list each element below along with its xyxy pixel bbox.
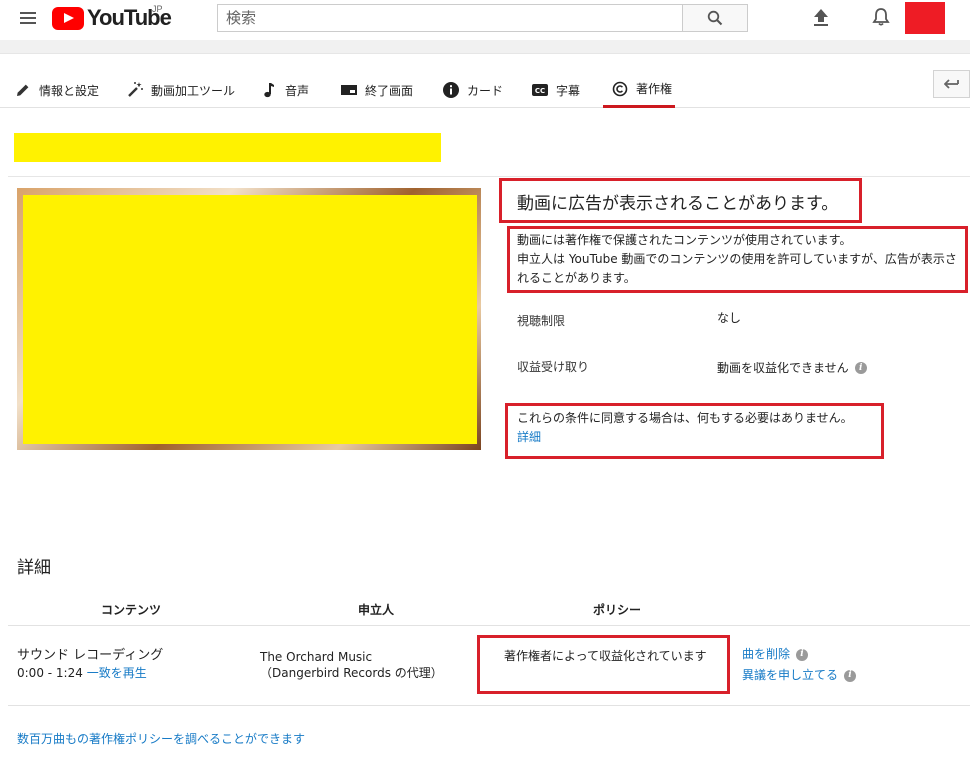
copyright-policy-link[interactable]: 数百万曲もの著作権ポリシーを調べることができます xyxy=(17,730,305,747)
info-card-icon xyxy=(442,81,460,99)
magic-wand-icon xyxy=(126,81,144,99)
header-divider xyxy=(0,40,970,54)
svg-text:CC: CC xyxy=(535,87,545,95)
back-arrow-icon xyxy=(943,79,959,89)
tab-label: 字幕 xyxy=(556,83,581,98)
hamburger-menu-icon[interactable] xyxy=(20,12,36,24)
dispute-link[interactable]: 異議を申し立てる xyxy=(742,667,838,684)
tab-label: カード xyxy=(467,83,504,98)
column-header-content: コンテンツ xyxy=(101,603,162,617)
video-thumbnail[interactable] xyxy=(17,188,481,450)
claimant-name: The Orchard Music xyxy=(260,650,373,664)
search-icon xyxy=(707,10,723,26)
video-title-redacted xyxy=(14,133,441,162)
claimant-sub: （Dangerbird Records の代理） xyxy=(260,666,443,680)
notifications-bell-icon[interactable] xyxy=(870,6,892,28)
claim-headline: 動画に広告が表示されることがあります。 xyxy=(517,194,839,214)
search-button[interactable] xyxy=(682,4,748,32)
tab-label: 動画加工ツール xyxy=(151,83,236,98)
table-header-divider xyxy=(8,625,970,626)
restriction-label: 視聴制限 xyxy=(517,314,566,328)
back-button[interactable] xyxy=(933,70,970,98)
tab-end-screen[interactable]: 終了画面 xyxy=(340,72,413,108)
info-icon[interactable]: i xyxy=(844,669,857,682)
content-time: 0:00 - 1:24 一致を再生 xyxy=(17,665,147,682)
editor-tabs: 情報と設定 動画加工ツール 音声 終了画面 カード CC 字幕 著作権 xyxy=(0,62,970,108)
search-bar xyxy=(217,4,748,32)
tab-cards[interactable]: カード xyxy=(442,72,503,108)
pencil-icon xyxy=(14,81,32,99)
tab-label: 音声 xyxy=(285,83,310,98)
learn-more-link[interactable]: 詳細 xyxy=(517,428,853,447)
content-type: サウンド レコーディング xyxy=(17,648,164,663)
masthead: YouTube JP xyxy=(0,0,970,40)
restriction-value: なし xyxy=(717,311,742,325)
claim-description: 動画には著作権で保護されたコンテンツが使用されています。 申立人は YouTub… xyxy=(517,231,966,288)
music-note-icon xyxy=(260,81,278,99)
account-avatar[interactable] xyxy=(905,2,945,34)
tab-label: 著作権 xyxy=(636,82,673,96)
details-heading: 詳細 xyxy=(17,558,51,578)
desc-line-2: 申立人は YouTube 動画でのコンテンツの使用を許可していますが、広告が表示… xyxy=(517,252,957,285)
logo-region: JP xyxy=(152,4,163,14)
youtube-play-icon xyxy=(52,6,84,30)
tab-subtitles[interactable]: CC 字幕 xyxy=(531,72,580,108)
table-row-divider xyxy=(8,705,970,706)
remove-song-link[interactable]: 曲を削除 xyxy=(742,646,790,663)
tab-label: 終了画面 xyxy=(365,83,414,98)
monetization-value: 動画を収益化できません i xyxy=(717,359,867,376)
column-header-claimant: 申立人 xyxy=(358,603,395,617)
cc-icon: CC xyxy=(531,81,549,99)
upload-icon[interactable] xyxy=(810,6,832,28)
section-divider xyxy=(8,176,970,177)
agree-text: これらの条件に同意する場合は、何もする必要はありません。 xyxy=(517,411,853,425)
agree-message: これらの条件に同意する場合は、何もする必要はありません。 詳細 xyxy=(517,409,853,447)
play-match-link[interactable]: 一致を再生 xyxy=(87,666,147,680)
desc-line-1: 動画には著作権で保護されたコンテンツが使用されています。 xyxy=(517,233,852,247)
monetization-label: 収益受け取り xyxy=(517,360,590,374)
remove-song-action: 曲を削除 i xyxy=(742,646,809,663)
info-icon[interactable]: i xyxy=(854,361,867,374)
copyright-icon xyxy=(611,80,629,98)
search-input[interactable] xyxy=(217,4,682,32)
dispute-action: 異議を申し立てる i xyxy=(742,667,857,684)
thumbnail-redacted xyxy=(23,195,477,444)
column-header-policy: ポリシー xyxy=(593,603,642,617)
time-range: 0:00 - 1:24 xyxy=(17,666,83,680)
end-screen-icon xyxy=(340,81,358,99)
policy-text: 著作権者によって収益化されています xyxy=(504,649,707,663)
tab-enhancements[interactable]: 動画加工ツール xyxy=(126,72,235,108)
tab-label: 情報と設定 xyxy=(39,83,100,98)
info-icon[interactable]: i xyxy=(796,648,809,661)
tab-audio[interactable]: 音声 xyxy=(260,72,309,108)
tab-copyright[interactable]: 著作権 xyxy=(603,72,675,108)
tab-info-settings[interactable]: 情報と設定 xyxy=(14,72,99,108)
monetization-text: 動画を収益化できません xyxy=(717,361,849,375)
